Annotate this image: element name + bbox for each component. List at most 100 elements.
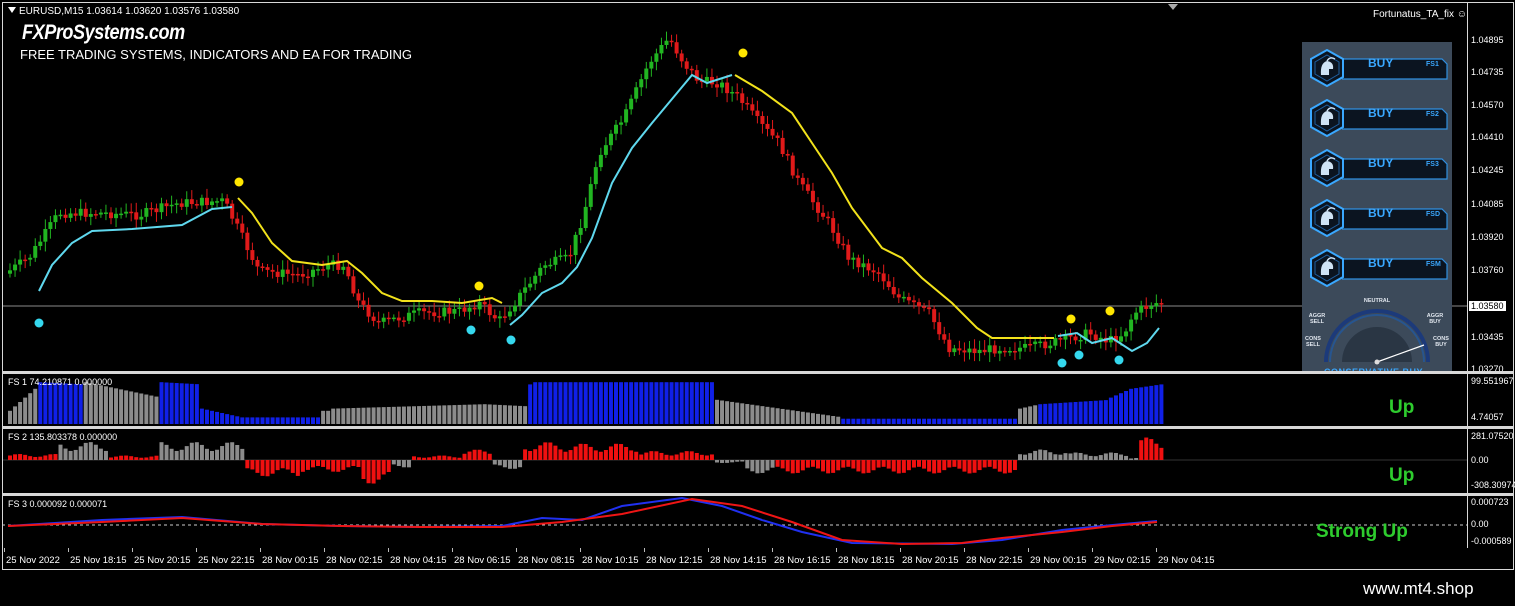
fs2-bar xyxy=(841,460,846,468)
candle-body xyxy=(1124,331,1129,337)
one-click-trade-toggle-icon[interactable] xyxy=(1168,4,1178,10)
fs2-bar xyxy=(563,451,568,460)
candle-body xyxy=(906,296,911,301)
fs1-bar xyxy=(1139,387,1144,424)
fs2-bar xyxy=(917,460,921,467)
candle-body xyxy=(194,204,199,206)
chart-menu-arrow-icon[interactable] xyxy=(8,7,16,13)
fs1-bar xyxy=(750,404,755,424)
fs1-bar xyxy=(891,418,896,424)
fs1-bar xyxy=(735,402,740,424)
fs2-bar xyxy=(831,460,836,473)
candle-body xyxy=(881,273,886,282)
fs1-bar xyxy=(861,418,866,424)
fs2-bar xyxy=(901,460,906,473)
candle-body xyxy=(846,244,851,260)
fs1-pane[interactable] xyxy=(2,374,1467,426)
fs2-bar xyxy=(810,460,815,467)
fs2-bar xyxy=(68,450,73,460)
fs1-bar xyxy=(240,417,245,424)
signal-button-fsm[interactable]: BUY FSM xyxy=(1308,247,1448,289)
signal-button-fs1[interactable]: BUY FS1 xyxy=(1308,47,1448,89)
time-label: 28 Nov 18:15 xyxy=(838,555,895,566)
fs2-bar xyxy=(427,457,432,460)
fs2-bar xyxy=(649,451,654,460)
fs2-bar xyxy=(58,444,63,460)
fs1-bar xyxy=(533,382,538,424)
fs2-bar xyxy=(805,460,810,468)
fs1-bar xyxy=(311,417,315,424)
signal-button-fs3[interactable]: BUY FS3 xyxy=(1308,147,1448,189)
fs1-bar xyxy=(528,384,533,424)
candle-body xyxy=(674,42,679,54)
fs2-bar xyxy=(437,455,442,460)
signal-label: BUY xyxy=(1368,106,1394,120)
price-scale[interactable] xyxy=(1467,3,1515,548)
fs2-bar xyxy=(538,445,543,460)
fs2-bar xyxy=(144,457,149,460)
fs2-bar xyxy=(1038,449,1043,460)
fs1-bar xyxy=(538,382,543,424)
candle-body xyxy=(518,292,523,306)
fs2-bar xyxy=(502,460,507,468)
candle-body xyxy=(351,276,356,294)
candle-body xyxy=(901,296,906,299)
spartan-helmet-icon xyxy=(1310,199,1344,237)
candle-body xyxy=(952,348,957,353)
candle-body xyxy=(957,348,962,351)
fs2-bar xyxy=(250,460,255,470)
fs2-bar xyxy=(608,446,613,460)
fs2-bar xyxy=(376,460,381,480)
candle-body xyxy=(275,271,280,277)
candle-body xyxy=(341,266,346,270)
fs2-bar xyxy=(603,450,608,460)
candle-body xyxy=(265,267,270,270)
candle-body xyxy=(598,154,603,168)
candle-body xyxy=(573,234,578,256)
candle-body xyxy=(422,308,427,312)
fs2-bar xyxy=(391,460,396,465)
fs1-bar xyxy=(346,408,351,424)
fs1-bar xyxy=(139,393,144,424)
fs1-bar xyxy=(285,417,290,424)
time-tick xyxy=(900,548,901,552)
fs1-bar xyxy=(300,417,305,424)
fs1-bar xyxy=(952,418,957,424)
price-label: 1.04085 xyxy=(1471,199,1504,209)
candle-body xyxy=(477,301,482,310)
fs2-bar xyxy=(952,460,957,467)
candle-body xyxy=(1033,341,1038,345)
fs3-pane[interactable] xyxy=(2,496,1467,548)
buy-signal-dot xyxy=(1057,358,1067,368)
fs1-bar xyxy=(321,410,326,424)
candle-body xyxy=(250,250,255,260)
fs2-pane[interactable] xyxy=(2,429,1467,493)
candle-body xyxy=(1028,343,1033,346)
fs2-bar xyxy=(442,455,447,460)
fs1-bar xyxy=(755,405,760,424)
fs1-bar xyxy=(391,406,396,424)
fs2-bar xyxy=(533,449,538,460)
candle-body xyxy=(932,309,937,323)
fs2-bar xyxy=(255,460,260,473)
time-tick xyxy=(708,548,709,552)
fs2-scale-mid: 0.00 xyxy=(1471,455,1489,465)
fs2-bar xyxy=(861,460,866,474)
fs1-bar xyxy=(760,406,765,424)
signal-panel: NEUTRAL AGGR SELL AGGR BUY CONS SELL CON… xyxy=(1302,42,1452,375)
candle-body xyxy=(1144,305,1149,309)
time-scale[interactable]: 25 Nov 2022 25 Nov 18:15 25 Nov 20:15 25 No… xyxy=(2,548,1467,570)
candle-body xyxy=(805,184,810,191)
fs2-bar xyxy=(18,454,23,460)
fs1-bar xyxy=(816,413,820,424)
signal-button-fs2[interactable]: BUY FS2 xyxy=(1308,97,1448,139)
candle-body xyxy=(790,155,795,176)
signal-button-fsd[interactable]: BUY FSD xyxy=(1308,197,1448,239)
candle-body xyxy=(886,281,891,287)
sell-signal-dot xyxy=(738,48,748,58)
fs1-bar xyxy=(1124,391,1129,424)
buy-signal-dot xyxy=(1114,355,1124,365)
candle-body xyxy=(305,276,310,279)
fs2-bar xyxy=(1103,453,1108,460)
fs2-bar xyxy=(406,460,411,468)
